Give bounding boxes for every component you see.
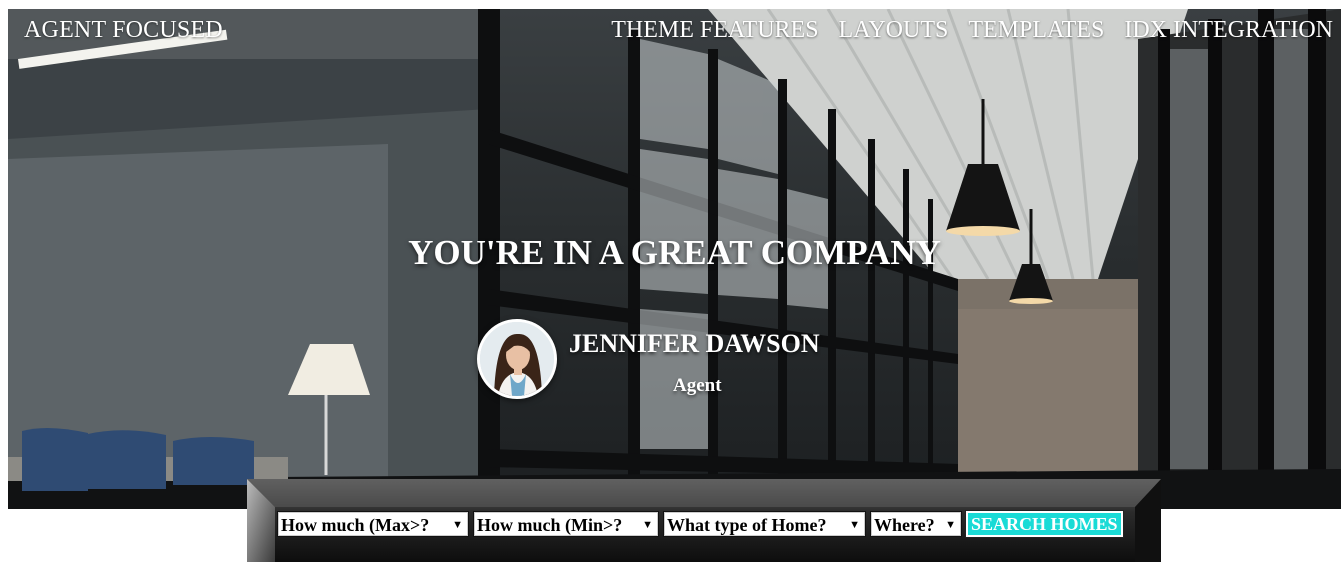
- hero-banner: AGENT FOCUSED THEME FEATURES LAYOUTS TEM…: [8, 9, 1341, 509]
- home-type-select[interactable]: What type of Home? ▼: [663, 511, 866, 537]
- location-select[interactable]: Where? ▼: [870, 511, 962, 537]
- max-price-value: How much (Max>?: [281, 515, 430, 535]
- property-search-bar: How much (Max>? ▼ How much (Min>? ▼ What…: [247, 479, 1161, 562]
- chevron-down-icon: ▼: [642, 519, 653, 531]
- brand-logo[interactable]: AGENT FOCUSED: [24, 17, 223, 44]
- chevron-down-icon: ▼: [849, 519, 860, 531]
- agent-role: Agent: [673, 375, 722, 396]
- agent-avatar[interactable]: [477, 319, 557, 399]
- max-price-select[interactable]: How much (Max>? ▼: [277, 511, 469, 537]
- hero-headline: YOU'RE IN A GREAT COMPANY: [408, 233, 941, 272]
- min-price-select[interactable]: How much (Min>? ▼: [473, 511, 659, 537]
- search-homes-button[interactable]: SEARCH HOMES: [965, 510, 1124, 538]
- agent-card: JENNIFER DAWSON Agent: [477, 319, 867, 409]
- agent-name[interactable]: JENNIFER DAWSON: [569, 329, 820, 359]
- agent-photo: [480, 322, 554, 396]
- main-nav: THEME FEATURES LAYOUTS TEMPLATES IDX INT…: [611, 17, 1333, 44]
- home-type-value: What type of Home?: [667, 515, 827, 535]
- min-price-value: How much (Min>?: [477, 515, 623, 535]
- nav-theme-features[interactable]: THEME FEATURES: [611, 17, 818, 44]
- chevron-down-icon: ▼: [452, 519, 463, 531]
- location-value: Where?: [874, 515, 935, 535]
- nav-layouts[interactable]: LAYOUTS: [839, 17, 949, 44]
- chevron-down-icon: ▼: [945, 519, 956, 531]
- nav-templates[interactable]: TEMPLATES: [968, 17, 1104, 44]
- search-controls: How much (Max>? ▼ How much (Min>? ▼ What…: [277, 510, 1124, 538]
- nav-idx-integration[interactable]: IDX INTEGRATION: [1124, 17, 1333, 44]
